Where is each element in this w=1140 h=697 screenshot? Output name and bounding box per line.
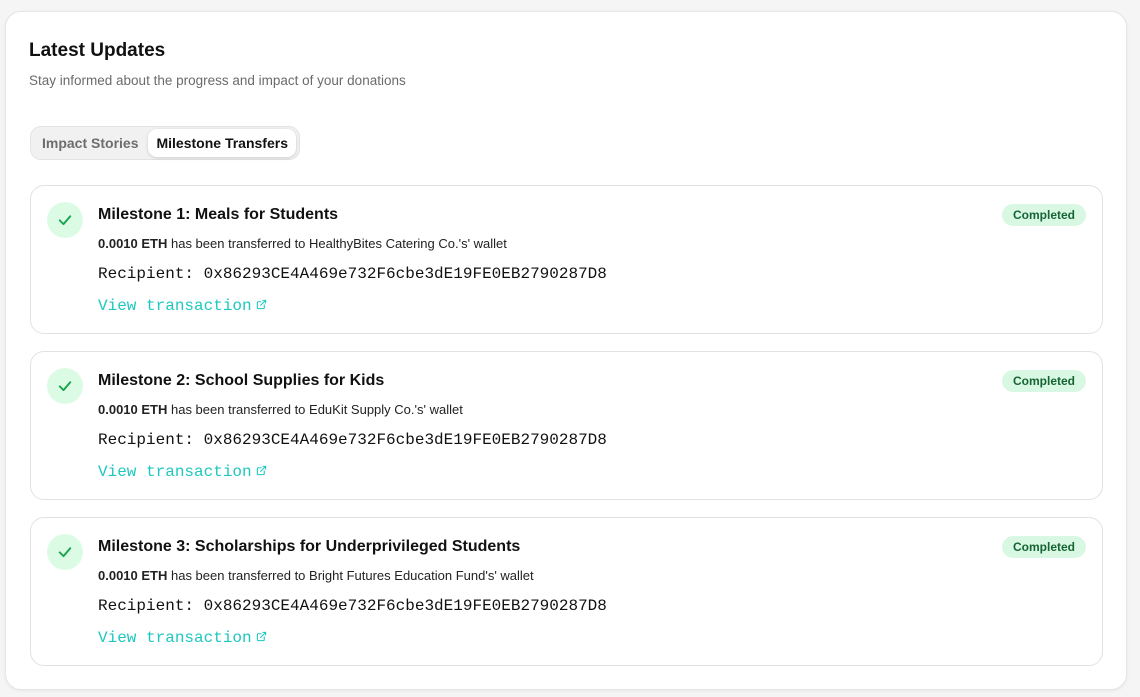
check-icon	[47, 202, 83, 238]
external-link-icon	[256, 462, 267, 482]
milestone-description-text: has been transferred to HealthyBites Cat…	[167, 236, 507, 251]
view-transaction-label: View transaction	[98, 629, 252, 647]
check-icon	[47, 368, 83, 404]
page-subtitle: Stay informed about the progress and imp…	[29, 73, 406, 88]
milestone-title: Milestone 2: School Supplies for Kids	[98, 372, 385, 389]
view-transaction-label: View transaction	[98, 463, 252, 481]
milestone-description-text: has been transferred to EduKit Supply Co…	[167, 402, 463, 417]
milestone-recipient: Recipient: 0x86293CE4A469e732F6cbe3dE19F…	[98, 265, 607, 283]
view-transaction-link[interactable]: View transaction	[98, 628, 267, 648]
milestone-description: 0.0010 ETH has been transferred to Brigh…	[98, 567, 534, 585]
milestone-recipient: Recipient: 0x86293CE4A469e732F6cbe3dE19F…	[98, 597, 607, 615]
milestone-card: Milestone 2: School Supplies for Kids 0.…	[30, 351, 1103, 500]
view-transaction-link[interactable]: View transaction	[98, 296, 267, 316]
tab-impact-stories[interactable]: Impact Stories	[34, 129, 146, 157]
view-transaction-label: View transaction	[98, 297, 252, 315]
milestone-description: 0.0010 ETH has been transferred to Healt…	[98, 235, 507, 253]
status-badge: Completed	[1001, 370, 1086, 392]
status-badge: Completed	[1001, 204, 1086, 226]
status-badge: Completed	[1001, 536, 1086, 558]
tab-milestone-transfers[interactable]: Milestone Transfers	[148, 129, 296, 157]
view-transaction-link[interactable]: View transaction	[98, 462, 267, 482]
milestone-card: Milestone 3: Scholarships for Underprivi…	[30, 517, 1103, 666]
milestone-amount: 0.0010 ETH	[98, 402, 168, 417]
milestone-description-text: has been transferred to Bright Futures E…	[167, 568, 534, 583]
external-link-icon	[256, 628, 267, 648]
tab-list: Impact Stories Milestone Transfers	[30, 126, 300, 160]
milestone-description: 0.0010 ETH has been transferred to EduKi…	[98, 401, 463, 419]
milestone-title: Milestone 3: Scholarships for Underprivi…	[98, 538, 521, 555]
milestone-card: Milestone 1: Meals for Students 0.0010 E…	[30, 185, 1103, 334]
milestone-recipient: Recipient: 0x86293CE4A469e732F6cbe3dE19F…	[98, 431, 607, 449]
milestone-amount: 0.0010 ETH	[98, 568, 168, 583]
check-icon	[47, 534, 83, 570]
milestone-amount: 0.0010 ETH	[98, 236, 168, 251]
page-title: Latest Updates	[29, 40, 166, 61]
external-link-icon	[256, 296, 267, 316]
latest-updates-card: Latest Updates Stay informed about the p…	[5, 11, 1127, 690]
milestone-title: Milestone 1: Meals for Students	[98, 206, 339, 223]
